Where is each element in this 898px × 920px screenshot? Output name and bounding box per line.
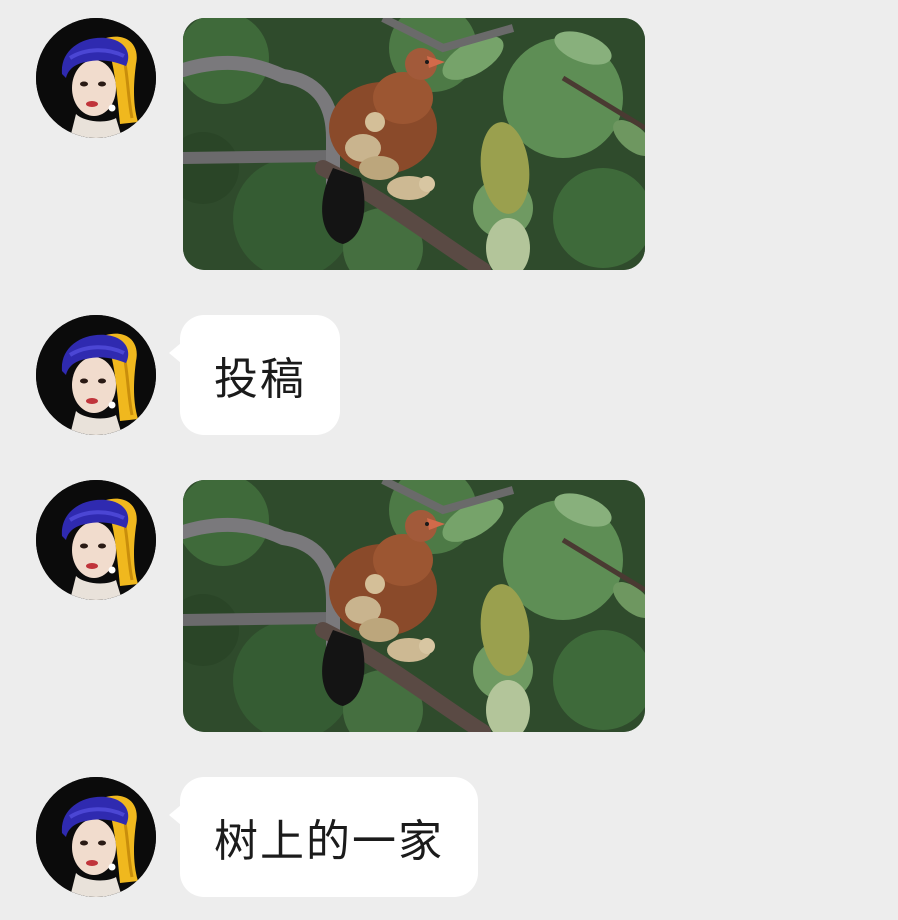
chat-message: 投稿	[0, 315, 898, 435]
woman-with-blue-turban-avatar	[36, 777, 156, 897]
woman-with-blue-turban-avatar	[36, 18, 156, 138]
sender-avatar[interactable]	[36, 480, 156, 600]
sender-avatar[interactable]	[36, 315, 156, 435]
hen-with-chicks-on-branch-photo	[183, 18, 645, 270]
image-message-bubble[interactable]	[183, 18, 645, 270]
text-message-bubble[interactable]: 树上的一家	[169, 777, 478, 897]
sender-avatar[interactable]	[36, 18, 156, 138]
image-message-bubble[interactable]	[183, 480, 645, 732]
chat-message-list[interactable]: 投稿 树上的一家	[0, 0, 898, 920]
chat-message: 树上的一家	[0, 777, 898, 897]
woman-with-blue-turban-avatar	[36, 315, 156, 435]
message-text: 树上的一家	[214, 816, 444, 867]
chat-message	[0, 480, 898, 732]
message-text: 投稿	[214, 354, 306, 405]
sender-avatar[interactable]	[36, 777, 156, 897]
text-message-bubble[interactable]: 投稿	[169, 315, 340, 435]
hen-with-chicks-on-branch-photo	[183, 480, 645, 732]
chat-message	[0, 18, 898, 270]
woman-with-blue-turban-avatar	[36, 480, 156, 600]
